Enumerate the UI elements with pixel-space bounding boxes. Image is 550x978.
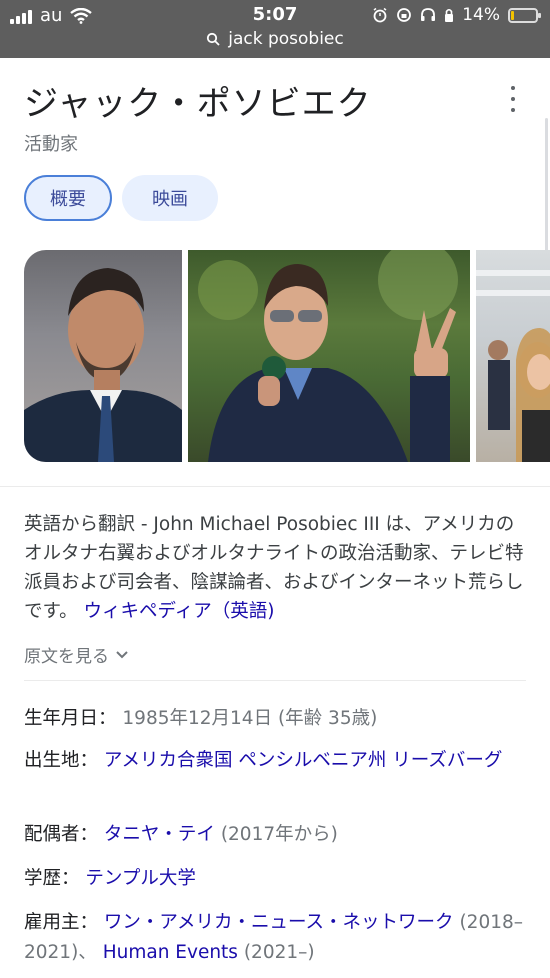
fact-employer-link-2[interactable]: Human Events [103,942,238,963]
battery-level [511,10,514,20]
chevron-down-icon [116,650,128,658]
image-carousel[interactable] [24,250,550,462]
photo-group[interactable] [476,250,550,462]
fact-birthplace-link[interactable]: アメリカ合衆国 ペンシルベニア州 リーズバーグ [104,750,502,771]
tab-movies[interactable]: 映画 [122,175,218,221]
facts-divider [24,680,526,681]
address-bar[interactable]: jack posobiec [0,29,550,49]
fact-employer-value-2: (2021–) [243,942,315,963]
status-bar: au 5:07 jack posobiec 14% [0,0,550,58]
scrollbar[interactable] [545,118,548,258]
fact-born-value: 1985年12月14日 (年齢 35歳) [122,708,378,729]
lock-icon [445,8,454,22]
battery-percent: 14% [462,5,500,25]
fact-spouse-value: (2017年から) [220,824,338,845]
lock-rotation-icon [397,8,412,22]
fact-spouse-label: 配偶者： [24,824,99,845]
fact-education-label: 学歴： [24,868,80,889]
fact-employer-label: 雇用主： [24,912,99,933]
headphones-icon [421,8,436,21]
tab-overview[interactable]: 概要 [24,175,112,221]
photo-portrait[interactable] [24,250,182,462]
entity-description: 英語から翻訳 - John Michael Posobiec III は、アメリ… [24,510,524,626]
alarm-icon [373,7,387,23]
photo-speaking[interactable] [188,250,470,462]
see-original-label: 原文を見る [24,647,109,667]
more-vert-icon[interactable] [506,86,520,112]
fact-born-label: 生年月日： [24,708,117,729]
fact-education: 学歴： テンプル大学 [24,864,524,894]
battery-icon [508,7,541,23]
status-right: 14% [372,5,541,25]
fact-birthplace-label: 出生地： [24,750,99,771]
fact-birthplace: 出生地： アメリカ合衆国 ペンシルベニア州 リーズバーグ [24,746,524,776]
fact-education-link[interactable]: テンプル大学 [85,868,195,889]
entity-subtitle: 活動家 [24,134,78,155]
fact-employer: 雇用主： ワン・アメリカ・ニュース・ネットワーク (2018–2021)、 Hu… [24,908,524,968]
wikipedia-link[interactable]: ウィキペディア（英語) [84,601,275,622]
address-text: jack posobiec [228,29,344,49]
tab-bar: 概要 映画 [24,175,218,221]
fact-spouse-link[interactable]: タニヤ・テイ [104,824,215,845]
see-original-button[interactable]: 原文を見る [24,642,129,667]
section-divider [0,486,550,487]
fact-employer-link-1[interactable]: ワン・アメリカ・ニュース・ネットワーク [104,912,454,933]
search-icon [207,32,220,46]
fact-spouse: 配偶者： タニヤ・テイ (2017年から) [24,820,524,850]
entity-title: ジャック・ポソビエク [24,84,372,124]
fact-born: 生年月日： 1985年12月14日 (年齢 35歳) [24,704,524,734]
